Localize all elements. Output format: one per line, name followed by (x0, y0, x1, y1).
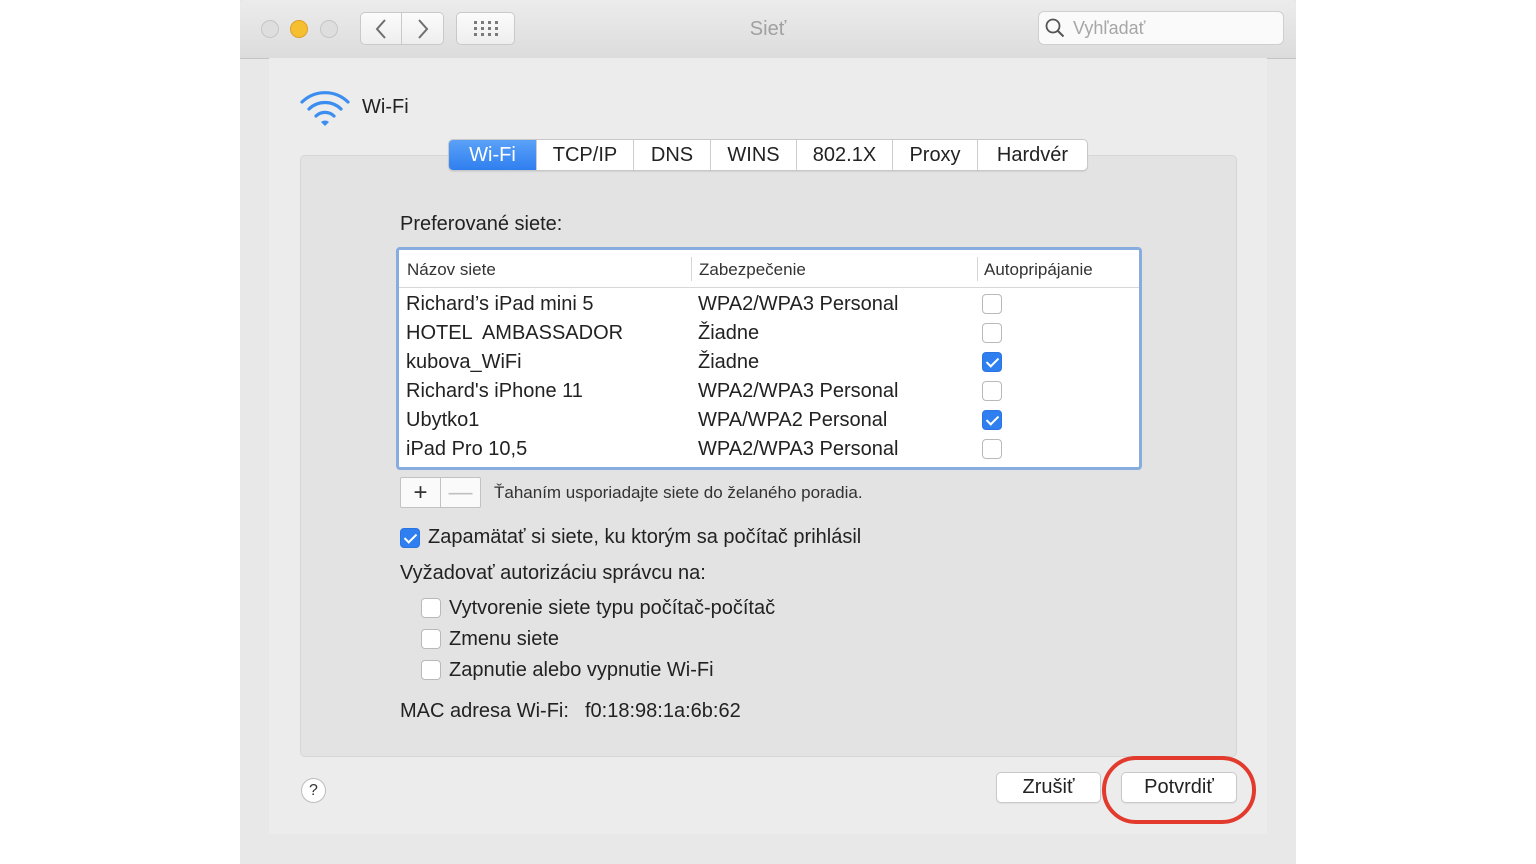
auto-join-checkbox[interactable] (982, 410, 1002, 430)
title-bar: Sieť (240, 0, 1296, 59)
change-network-checkbox[interactable] (421, 629, 441, 649)
help-button[interactable]: ? (301, 778, 326, 803)
security-cell: WPA2/WPA3 Personal (698, 293, 899, 315)
tab-8021x[interactable]: 802.1X (796, 140, 892, 170)
security-cell: WPA2/WPA3 Personal (698, 380, 899, 402)
drag-hint-text: Ťahaním usporiadajte siete do želaného p… (494, 483, 863, 502)
create-computer-network-label[interactable]: Vytvorenie siete typu počítač-počítač (449, 597, 775, 620)
auto-join-checkbox[interactable] (982, 352, 1002, 372)
network-name-cell: Richard’s iPad mini 5 (406, 293, 594, 315)
security-cell: WPA2/WPA3 Personal (698, 438, 899, 460)
cancel-button[interactable]: Zrušiť (996, 772, 1101, 803)
tab-wins[interactable]: WINS (710, 140, 796, 170)
column-divider (691, 257, 692, 281)
tab-wifi[interactable]: Wi-Fi (449, 140, 536, 170)
auto-join-checkbox[interactable] (982, 439, 1002, 459)
toggle-wifi-label[interactable]: Zapnutie alebo vypnutie Wi-Fi (449, 659, 714, 682)
mac-address-value: f0:18:98:1a:6b:62 (585, 700, 741, 722)
network-name-cell: Richard's iPhone 11 (406, 380, 583, 402)
table-row[interactable]: iPad Pro 10,5 WPA2/WPA3 Personal (399, 435, 1139, 464)
tab-dns[interactable]: DNS (633, 140, 710, 170)
security-cell: WPA/WPA2 Personal (698, 409, 888, 431)
search-input[interactable] (1071, 16, 1275, 40)
confirm-highlight-circle (1102, 756, 1256, 824)
interface-name: Wi-Fi (362, 96, 409, 118)
tab-hardware[interactable]: Hardvér (977, 140, 1087, 170)
search-icon (1045, 18, 1065, 38)
security-cell: Žiadne (698, 351, 760, 373)
admin-auth-label: Vyžadovať autorizáciu správcu na: (400, 562, 706, 584)
table-row[interactable]: Ubytko1 WPA/WPA2 Personal (399, 406, 1139, 435)
add-remove-control: + — (400, 477, 481, 508)
tab-bar: Wi-Fi TCP/IP DNS WINS 802.1X Proxy Hardv… (448, 139, 1088, 171)
remember-networks-checkbox[interactable] (400, 528, 420, 548)
wifi-icon (300, 91, 350, 126)
network-name-cell: Ubytko1 (406, 409, 480, 431)
preferred-networks-table[interactable]: Názov siete Zabezpečenie Autopripájanie … (396, 247, 1142, 470)
table-row[interactable]: HOTEL AMBASSADOR Žiadne (399, 319, 1139, 348)
table-row[interactable]: kubova_WiFi Žiadne (399, 348, 1139, 377)
mac-address-label: MAC adresa Wi-Fi: (400, 700, 569, 722)
remember-networks-label[interactable]: Zapamätať si siete, ku ktorým sa počítač… (428, 526, 861, 549)
auto-join-checkbox[interactable] (982, 323, 1002, 343)
table-header: Názov siete Zabezpečenie Autopripájanie (399, 250, 1139, 288)
column-header-network-name[interactable]: Názov siete (407, 260, 496, 280)
table-row[interactable]: Richard’s iPad mini 5 WPA2/WPA3 Personal (399, 290, 1139, 319)
tab-proxy[interactable]: Proxy (892, 140, 977, 170)
remove-network-button[interactable]: — (440, 478, 480, 507)
network-name-cell: HOTEL AMBASSADOR (406, 322, 624, 344)
tab-tcpip[interactable]: TCP/IP (536, 140, 633, 170)
auto-join-checkbox[interactable] (982, 381, 1002, 401)
column-header-auto-join[interactable]: Autopripájanie (984, 260, 1093, 280)
add-network-button[interactable]: + (401, 478, 440, 507)
column-divider (977, 257, 978, 281)
column-header-security[interactable]: Zabezpečenie (699, 260, 806, 280)
network-name-cell: kubova_WiFi (406, 351, 522, 373)
search-field[interactable] (1038, 11, 1284, 45)
create-computer-network-checkbox[interactable] (421, 598, 441, 618)
toggle-wifi-checkbox[interactable] (421, 660, 441, 680)
security-cell: Žiadne (698, 322, 760, 344)
network-name-cell: iPad Pro 10,5 (406, 438, 528, 460)
preferred-networks-label: Preferované siete: (400, 213, 563, 235)
auto-join-checkbox[interactable] (982, 294, 1002, 314)
change-network-label[interactable]: Zmenu siete (449, 628, 559, 651)
table-row[interactable]: Richard's iPhone 11 WPA2/WPA3 Personal (399, 377, 1139, 406)
